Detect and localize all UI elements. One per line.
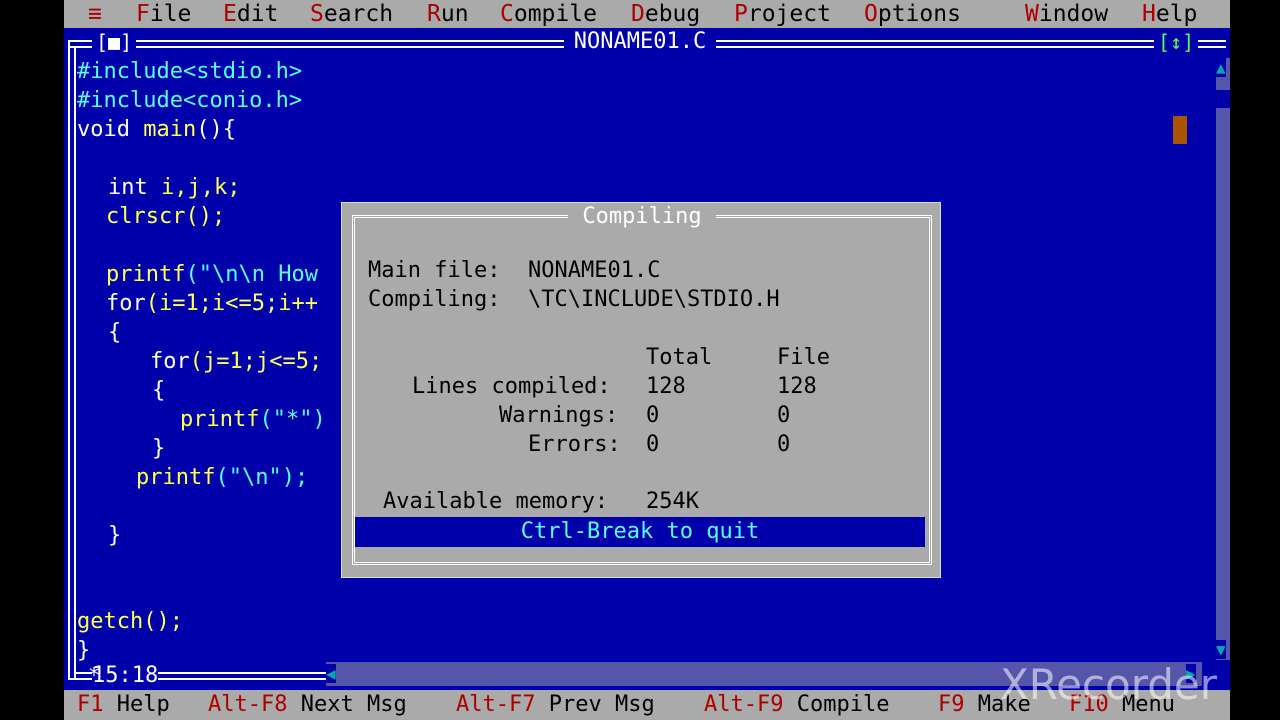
code-line-12: } bbox=[152, 436, 166, 461]
code-line-11: printf("*") bbox=[180, 407, 326, 432]
cursor-position: 15:18 bbox=[92, 663, 159, 688]
code-line-3: void main(){ bbox=[77, 117, 236, 142]
menu-search[interactable]: Search bbox=[310, 0, 393, 28]
code-line-2: #include<conio.h> bbox=[77, 88, 303, 113]
code-line-13: printf("\n"); bbox=[136, 465, 309, 490]
menu-compile[interactable]: Compile bbox=[500, 0, 597, 28]
status-prev-msg[interactable]: Alt-F7 Prev Msg bbox=[456, 690, 655, 720]
scroll-left-icon[interactable]: ◀ bbox=[326, 664, 336, 683]
compiling-label: Compiling: bbox=[368, 287, 501, 312]
window-title: NONAME01.C bbox=[563, 29, 717, 54]
status-next-msg[interactable]: Alt-F8 Next Msg bbox=[208, 690, 407, 720]
code-line-8: { bbox=[108, 320, 122, 345]
code-line-16: } bbox=[77, 638, 91, 663]
scroll-thumb[interactable] bbox=[1216, 90, 1230, 108]
frame-left-inner bbox=[74, 46, 76, 680]
code-line-10: { bbox=[152, 378, 166, 403]
scroll-up-icon[interactable]: ▲ bbox=[1216, 58, 1226, 77]
code-line-6: printf("\n\n How bbox=[106, 262, 318, 287]
code-line-15: getch(); bbox=[77, 609, 183, 634]
memory-label: Available memory: bbox=[383, 489, 609, 514]
system-menu-icon[interactable]: ≡ bbox=[88, 0, 102, 28]
errors-total: 0 bbox=[646, 432, 660, 457]
lines-compiled-file: 128 bbox=[777, 374, 817, 399]
code-line-5: clrscr(); bbox=[106, 204, 226, 229]
main-file-value: NONAME01.C bbox=[528, 258, 661, 283]
menu-file[interactable]: File bbox=[136, 0, 191, 28]
menu-edit[interactable]: Edit bbox=[223, 0, 278, 28]
code-line-7: for(i=1;i<=5;i++ bbox=[106, 291, 318, 316]
file-column-header: File bbox=[777, 345, 830, 370]
warnings-file: 0 bbox=[777, 403, 791, 428]
window-title-bar: NONAME01.C bbox=[0, 28, 1280, 56]
menu-project[interactable]: Project bbox=[734, 0, 831, 28]
menu-bar: ≡ File Edit Search Run Compile Debug Pro… bbox=[64, 0, 1230, 28]
errors-file: 0 bbox=[777, 432, 791, 457]
menu-run[interactable]: Run bbox=[427, 0, 469, 28]
total-column-header: Total bbox=[646, 345, 713, 370]
main-file-label: Main file: bbox=[368, 258, 501, 283]
memory-value: 254K bbox=[646, 489, 699, 514]
frame-left bbox=[68, 40, 70, 680]
code-line-14: } bbox=[108, 523, 122, 548]
menu-options[interactable]: Options bbox=[864, 0, 961, 28]
warnings-total: 0 bbox=[646, 403, 660, 428]
scroll-down-icon[interactable]: ▼ bbox=[1216, 640, 1226, 659]
dialog-title: Compiling bbox=[568, 204, 716, 229]
lines-compiled-label: Lines compiled: bbox=[412, 374, 611, 399]
lines-compiled-total: 128 bbox=[646, 374, 686, 399]
menu-window[interactable]: Window bbox=[1025, 0, 1108, 28]
code-line-9: for(j=1;j<=5; bbox=[150, 349, 323, 374]
compiling-file-value: \TC\INCLUDE\STDIO.H bbox=[528, 287, 780, 312]
quit-hint: Ctrl-Break to quit bbox=[355, 517, 925, 547]
status-help[interactable]: F1 Help bbox=[77, 690, 170, 720]
status-compile[interactable]: Alt-F9 Compile bbox=[704, 690, 889, 720]
text-cursor bbox=[1173, 116, 1187, 144]
dialog-title-bar: Compiling bbox=[355, 204, 929, 229]
code-line-1: #include<stdio.h> bbox=[77, 59, 303, 84]
recorder-watermark: XRecorder bbox=[1000, 660, 1217, 709]
code-line-4: int i,j,k; bbox=[108, 175, 241, 200]
menu-help[interactable]: Help bbox=[1142, 0, 1197, 28]
vertical-scrollbar[interactable] bbox=[1216, 58, 1230, 660]
errors-label: Errors: bbox=[528, 432, 621, 457]
warnings-label: Warnings: bbox=[499, 403, 619, 428]
modified-indicator-icon: * bbox=[88, 663, 101, 687]
menu-debug[interactable]: Debug bbox=[631, 0, 700, 28]
